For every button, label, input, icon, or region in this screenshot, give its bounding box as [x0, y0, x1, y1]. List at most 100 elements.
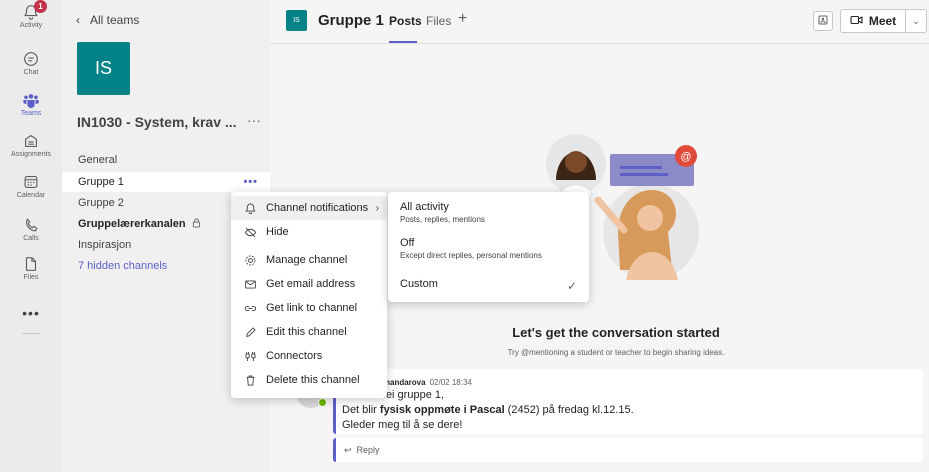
team-avatar: IS — [77, 42, 130, 95]
submenu-item-description: Except direct replies, personal mentions — [400, 251, 542, 260]
tab-files[interactable]: Files — [426, 14, 451, 28]
assignments-icon — [22, 132, 40, 150]
divider — [22, 333, 40, 334]
menu-item-label: Get link to channel — [266, 302, 358, 314]
menu-item-label: Edit this channel — [266, 326, 347, 338]
meet-button[interactable]: Meet — [840, 9, 906, 33]
channel-label: Gruppelærerkanalen — [78, 218, 186, 230]
eye-off-icon — [243, 225, 257, 239]
app-item-label: Assignments — [10, 151, 52, 158]
add-tab-button[interactable]: + — [458, 10, 467, 28]
app-bar: 1 Activity Chat Teams Assignments Calend… — [0, 0, 62, 472]
bell-icon — [243, 201, 257, 215]
all-teams-label: All teams — [90, 13, 140, 27]
menu-item-label: Get email address — [266, 278, 356, 290]
meet-dropdown-button[interactable]: ⌄ — [905, 9, 927, 33]
submenu-item-description: Posts, replies, mentions — [400, 215, 485, 224]
app-item-files[interactable]: Files — [0, 255, 62, 281]
app-item-label: Calendar — [16, 192, 46, 199]
mail-icon — [243, 277, 257, 291]
channel-gruppe-1[interactable]: Gruppe 1 ••• — [62, 172, 270, 192]
active-tab-indicator — [389, 41, 417, 43]
channel-info-button[interactable] — [813, 11, 833, 31]
menu-item-label: Connectors — [266, 350, 323, 362]
app-item-calendar[interactable]: Calendar — [0, 173, 62, 199]
channel-label: General — [78, 154, 118, 166]
menu-item-hide[interactable]: Hide — [231, 220, 387, 244]
teams-icon — [22, 91, 40, 109]
app-item-label: Activity — [19, 22, 43, 29]
menu-item-manage-channel[interactable]: Manage channel — [231, 248, 387, 272]
submenu-item-title: Off — [400, 237, 415, 249]
menu-item-label: Delete this channel — [266, 374, 360, 386]
menu-item-channel-notifications[interactable]: Channel notifications › — [231, 196, 387, 220]
calendar-icon — [22, 173, 40, 191]
reply-label: Reply — [356, 445, 380, 455]
menu-item-delete-channel[interactable]: Delete this channel — [231, 368, 387, 392]
app-item-chat[interactable]: Chat — [0, 50, 62, 76]
menu-item-label: Channel notifications — [266, 202, 369, 214]
post-text-line: Hei gruppe 1, — [378, 389, 445, 401]
phone-icon — [22, 216, 40, 234]
channel-title: Gruppe 1 — [318, 12, 384, 29]
menu-item-edit-channel[interactable]: Edit this channel — [231, 320, 387, 344]
pencil-icon — [243, 325, 257, 339]
app-item-label: Files — [23, 274, 39, 281]
file-icon — [22, 255, 40, 273]
post-text-line: Gleder meg til å se dere! — [342, 419, 463, 431]
chat-icon — [22, 50, 40, 68]
team-name[interactable]: IN1030 - System, krav ... — [77, 114, 237, 130]
link-icon — [243, 301, 257, 315]
menu-item-label: Hide — [266, 226, 289, 238]
trash-icon — [243, 373, 257, 387]
menu-item-get-link[interactable]: Get link to channel — [231, 296, 387, 320]
submenu-item-off[interactable]: Off Except direct replies, personal ment… — [388, 237, 589, 260]
chevron-down-icon: ⌄ — [912, 15, 920, 26]
meet-label: Meet — [868, 14, 897, 28]
app-item-activity[interactable]: 1 Activity — [0, 0, 62, 29]
more-apps-button[interactable]: ••• — [0, 305, 62, 321]
app-item-label: Teams — [20, 110, 42, 117]
menu-item-label: Manage channel — [266, 254, 348, 266]
notifications-submenu: All activity Posts, replies, mentions Of… — [388, 192, 589, 302]
reply-icon: ↩ — [344, 444, 352, 455]
channel-label: Inspirasjon — [78, 239, 132, 251]
submenu-item-title: All activity — [400, 201, 449, 213]
submenu-item-custom[interactable]: Custom ✓ — [388, 278, 589, 293]
all-teams-link[interactable]: ‹ All teams — [76, 13, 139, 27]
chevron-left-icon: ‹ — [76, 13, 80, 27]
channel-more-button[interactable]: ••• — [243, 176, 258, 188]
post-card: hmandarova 02/02 18:34 Hei gruppe 1, Det … — [333, 369, 923, 434]
channel-label: Gruppe 1 — [78, 176, 124, 188]
channel-label: Gruppe 2 — [78, 197, 124, 209]
channel-context-menu: Channel notifications › Hide Manage chan… — [231, 192, 387, 398]
info-icon — [818, 14, 828, 28]
video-camera-icon — [850, 14, 863, 28]
app-item-label: Calls — [23, 235, 39, 242]
app-item-label: Chat — [23, 69, 39, 76]
channel-avatar: IS — [286, 10, 307, 31]
channel-header: IS Gruppe 1 Posts Files + Meet ⌄ — [270, 0, 929, 44]
team-more-button[interactable]: ··· — [247, 112, 261, 128]
tab-posts[interactable]: Posts — [389, 14, 422, 28]
svg-text:@: @ — [680, 151, 691, 163]
app-item-assignments[interactable]: Assignments — [0, 132, 62, 158]
connectors-icon — [243, 349, 257, 363]
submenu-item-all-activity[interactable]: All activity Posts, replies, mentions — [388, 201, 589, 224]
submenu-item-title: Custom — [400, 278, 438, 290]
post-text-line: Det blir fysisk oppmøte i Pascal (2452) … — [342, 404, 634, 416]
post-author-line: hmandarova 02/02 18:34 — [378, 378, 472, 387]
channel-general[interactable]: General — [62, 150, 270, 170]
checkmark-icon: ✓ — [566, 279, 577, 293]
menu-item-connectors[interactable]: Connectors — [231, 344, 387, 368]
post-timestamp: 02/02 18:34 — [429, 378, 472, 387]
lock-icon — [192, 218, 201, 231]
gear-icon — [243, 253, 257, 267]
app-item-calls[interactable]: Calls — [0, 216, 62, 242]
reply-button[interactable]: ↩ Reply — [333, 438, 923, 462]
notification-badge: 1 — [34, 0, 47, 13]
presence-status-icon — [318, 398, 327, 407]
chevron-right-icon: › — [375, 202, 379, 214]
menu-item-get-email-address[interactable]: Get email address — [231, 272, 387, 296]
app-item-teams[interactable]: Teams — [0, 91, 62, 117]
